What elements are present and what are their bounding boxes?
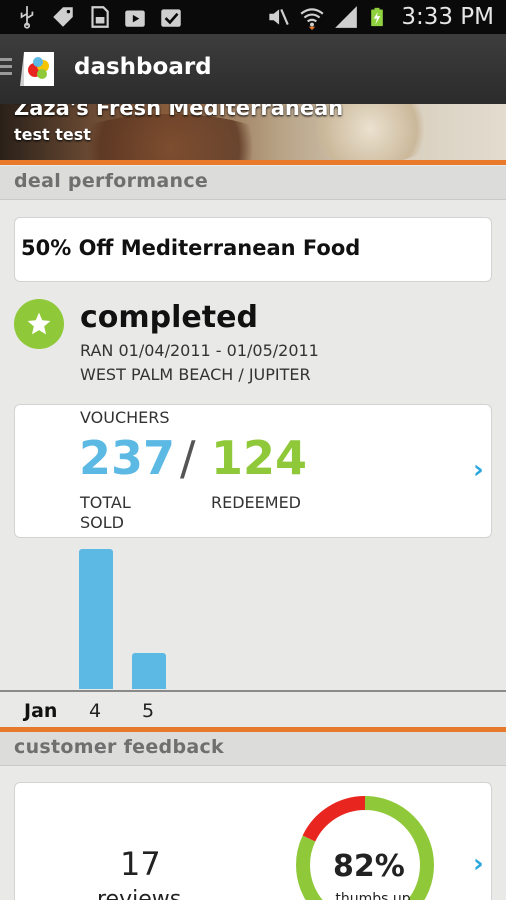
thumbs-up-donut-chart [296, 796, 434, 900]
redeemed-value: 124 [211, 431, 308, 485]
deal-title-card[interactable]: 50% Off Mediterranean Food [14, 217, 492, 282]
redeemed-label: REDEEMED [211, 493, 301, 512]
sd-card-icon [91, 6, 109, 28]
tag-icon [53, 7, 73, 27]
chevron-right-icon[interactable]: › [473, 849, 484, 879]
completed-badge [14, 299, 64, 349]
axis-month-label: Jan [24, 700, 58, 722]
business-banner: Zaza's Fresh Mediterranean test test [0, 104, 506, 162]
notification-icons [14, 4, 184, 30]
thumbs-up-label: thumbs up [335, 891, 411, 900]
business-name: Zaza's Fresh Mediterranean [14, 104, 344, 120]
deal-location: WEST PALM BEACH / JUPITER [80, 365, 311, 384]
wifi-icon [300, 8, 324, 30]
checkbox-icon [161, 9, 181, 27]
deal-run-dates: RAN 01/04/2011 - 01/05/2011 [80, 341, 319, 360]
deal-status: completed [80, 300, 258, 335]
vouchers-card[interactable]: VOUCHERS 237 / 124 TOTAL SOLD REDEEMED › [14, 404, 492, 538]
value-separator: / [180, 431, 196, 485]
action-bar: dashboard [0, 34, 506, 104]
section-title: deal performance [14, 170, 209, 192]
page-title: dashboard [74, 54, 212, 80]
chevron-right-icon[interactable]: › [473, 455, 484, 485]
thumbs-up-percent: 82% [333, 849, 405, 884]
play-store-icon [125, 10, 145, 27]
reviews-count: 17 [120, 845, 161, 883]
usb-icon [20, 6, 34, 29]
status-bar: 3:33 PM [0, 0, 506, 34]
system-icons: 3:33 PM [265, 4, 494, 30]
total-sold-value: 237 [79, 431, 176, 485]
axis-tick-label: 5 [142, 700, 155, 722]
total-sold-label: TOTAL SOLD [80, 493, 131, 532]
feedback-card[interactable]: 17 reviews 82% thumbs up › [14, 782, 492, 900]
accent-divider [0, 160, 506, 165]
chart-bar [79, 549, 113, 689]
clock: 3:33 PM [401, 4, 494, 30]
business-subtitle: test test [14, 125, 91, 144]
section-title: customer feedback [14, 736, 224, 758]
deal-title: 50% Off Mediterranean Food [21, 236, 361, 260]
chart-axis-line [0, 690, 506, 692]
vouchers-label: VOUCHERS [80, 408, 170, 427]
chart-bar [132, 653, 166, 689]
star-icon [27, 312, 51, 335]
app-logo-icon[interactable] [18, 48, 60, 90]
section-header-deal-performance: deal performance [0, 166, 506, 200]
battery-charging-icon [371, 7, 384, 27]
signal-icon [335, 6, 358, 28]
section-header-customer-feedback: customer feedback [0, 732, 506, 766]
menu-icon[interactable] [0, 58, 14, 79]
mute-icon [269, 8, 290, 26]
reviews-label: reviews [97, 887, 182, 900]
axis-tick-label: 4 [89, 700, 102, 722]
banner-image [60, 114, 280, 162]
